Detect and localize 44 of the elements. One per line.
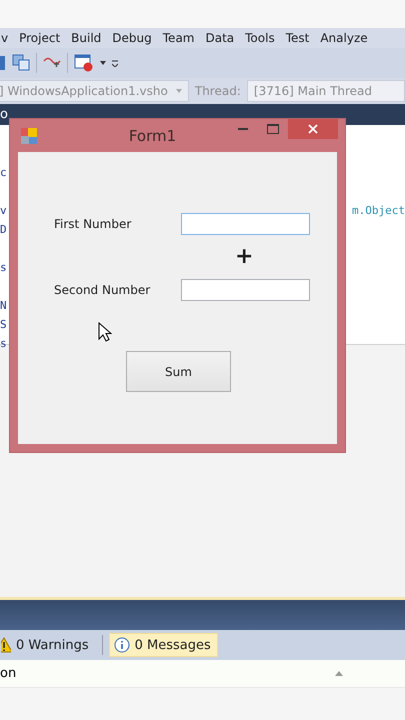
minimize-icon [238,128,248,130]
menu-item[interactable]: Tools [245,31,275,45]
field-label: Second Number [54,283,152,297]
dropdown-icon[interactable] [100,61,106,65]
code-text: c [0,166,7,179]
number-field[interactable] [181,213,310,235]
close-icon [308,124,318,134]
code-text: N [0,299,7,312]
code-text: S [0,318,7,331]
column-header[interactable]: on [0,666,16,681]
warning-icon [1,637,11,653]
menu-item[interactable]: Data [205,31,234,45]
sort-arrow-icon [335,671,343,676]
menu-item[interactable]: Test [286,31,310,45]
save-icon[interactable] [0,55,6,71]
field-label: First Number [54,217,132,231]
thread-label: Thread: [194,84,241,98]
code-text: s [0,337,7,350]
menu-item[interactable]: Project [19,31,60,45]
menu-item[interactable]: Team [162,31,194,45]
maximize-icon [267,124,279,134]
cursor-icon [98,322,112,342]
code-text: D [0,223,7,236]
code-text: s [0,261,7,274]
window-title: Form1 [128,126,178,144]
menu-item[interactable]: Analyze [320,31,368,45]
code-text: m.Object [352,204,405,217]
number-field[interactable] [181,279,310,301]
windows-icon[interactable] [12,54,30,72]
overflow-icon[interactable] [112,59,118,67]
document-tab[interactable]: o [0,107,8,122]
plus-label: + [235,246,254,268]
close-button[interactable] [288,119,338,139]
filter-button[interactable]: 0 Messages [108,633,218,657]
filter-button[interactable]: 0 Warnings [0,633,96,657]
sum-button[interactable]: Sum [126,351,231,392]
app-icon [21,128,37,144]
window-record-icon[interactable] [74,54,94,72]
menu-item[interactable]: Build [71,31,102,45]
dropdown-icon [176,89,182,93]
menu-item[interactable]: v [1,31,8,45]
info-icon [114,637,130,653]
menu-item[interactable]: Debug [112,31,152,45]
code-text: v [0,204,7,217]
